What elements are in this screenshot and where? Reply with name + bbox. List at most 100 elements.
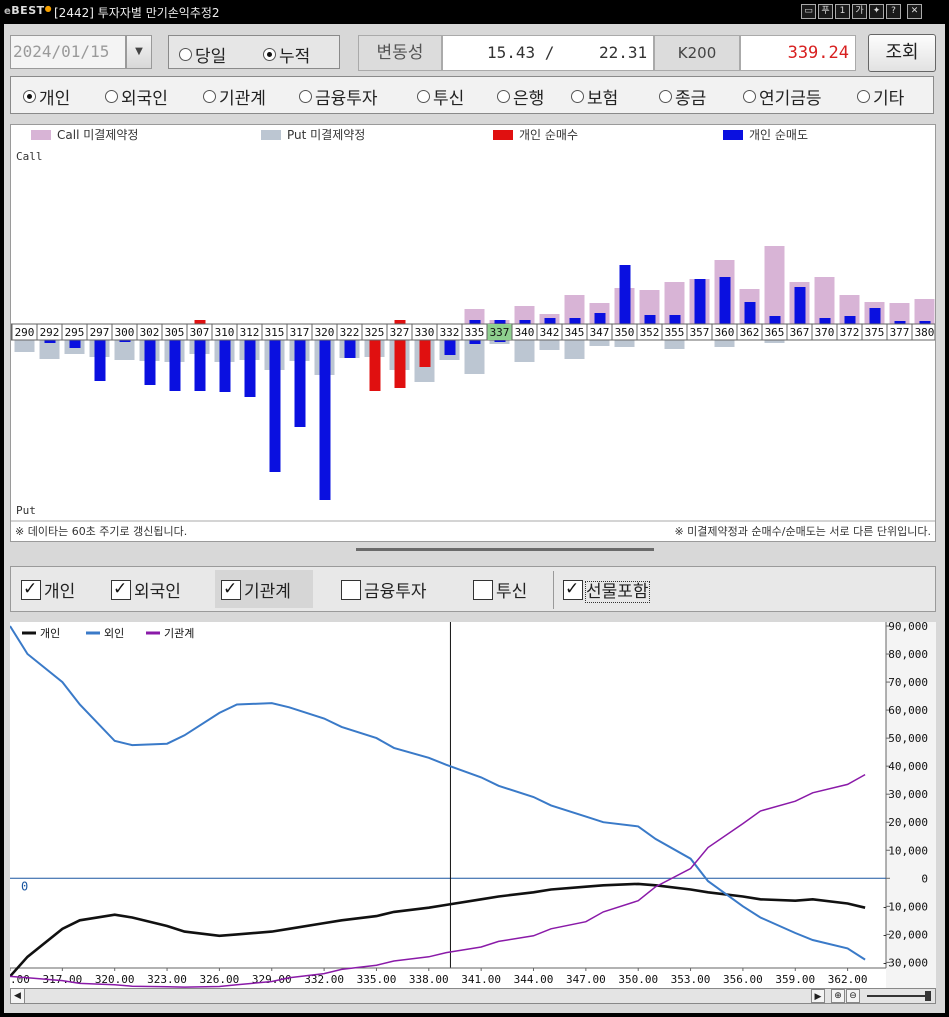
zoom-in-icon[interactable]: ⊕ (831, 989, 845, 1003)
scroll-right-icon[interactable]: ▶ (811, 989, 825, 1003)
strike-tick-label: 380 (915, 326, 935, 339)
put-oi-bar (114, 340, 135, 360)
put-net-bar (244, 340, 256, 397)
put-oi-bar (514, 340, 535, 362)
filter-option-label: 금융투자 (364, 582, 427, 602)
horizontal-scrollbar[interactable]: ◀ ▶ ⊕ ⊖ (10, 988, 936, 1004)
put-net-bar (169, 340, 181, 391)
mode-option-cumulative[interactable]: 누적 (263, 42, 310, 67)
put-oi-bar (714, 340, 735, 347)
strike-tick-label: 370 (815, 326, 835, 339)
query-button[interactable]: 조회 (868, 34, 936, 72)
help-icon[interactable]: ? (886, 4, 901, 19)
strike-tick-label: 325 (365, 326, 385, 339)
expiry-pnl-chart-svg: 90,000 80,000 70,000 60,000 50,000 40,000 30,0… (0, 620, 936, 988)
link-icon[interactable]: 1 (835, 4, 850, 19)
scroll-left-icon[interactable]: ◀ (11, 989, 25, 1003)
y-tick-label: 20,000 (888, 816, 928, 829)
strike-tick-label: 352 (640, 326, 660, 339)
put-net-bar (69, 340, 81, 348)
splitter-handle[interactable] (356, 548, 654, 551)
investor-option-8[interactable]: 연기금등 (743, 84, 822, 109)
put-net-bar (269, 340, 281, 472)
filter-option-label: 기관계 (244, 582, 291, 602)
put-net-bar (444, 340, 456, 355)
legend-series-label-0: 개인 (40, 627, 60, 640)
filter-option-5[interactable]: 선물포함 (563, 577, 650, 603)
put-net-bar (219, 340, 231, 392)
investor-option-4[interactable]: 투신 (417, 84, 464, 109)
restore-icon[interactable]: ▭ (801, 4, 816, 19)
font-icon[interactable]: 가 (852, 4, 867, 19)
x-tick-label: 329.00 (252, 973, 292, 986)
strike-tick-label: 372 (840, 326, 860, 339)
title-bar: eBEST● [2442] 투자자별 만기손익추정2 ▭ 푸 1 가 ✦ ? ✕ (0, 0, 949, 24)
investor-option-5[interactable]: 은행 (497, 84, 544, 109)
call-net-bar (694, 279, 706, 324)
call-oi-bar (914, 299, 935, 324)
investor-option-label: 은행 (513, 89, 545, 109)
put-net-bar (319, 340, 331, 500)
filter-option-label: 선물포함 (585, 581, 650, 603)
radio-icon (743, 90, 756, 103)
call-net-bar (469, 320, 481, 324)
call-net-bar (394, 320, 406, 324)
put-oi-bar (464, 340, 485, 374)
investor-option-3[interactable]: 금융투자 (299, 84, 378, 109)
strike-tick-label: 337 (490, 326, 510, 339)
filter-option-3[interactable]: 금융투자 (341, 577, 427, 602)
strike-tick-label: 360 (715, 326, 735, 339)
radio-selected-icon (23, 90, 36, 103)
mode-option-daily[interactable]: 당일 (179, 42, 226, 67)
call-oi-bar (764, 246, 785, 324)
investor-option-6[interactable]: 보험 (571, 84, 618, 109)
settings-icon[interactable]: ✦ (869, 4, 884, 19)
chevron-down-icon[interactable]: ▼ (126, 35, 152, 69)
strike-tick-label: 292 (40, 326, 60, 339)
strike-tick-label: 345 (565, 326, 585, 339)
filter-option-0[interactable]: 개인 (21, 577, 75, 602)
filter-option-1[interactable]: 외국인 (111, 577, 181, 602)
call-net-bar (769, 316, 781, 324)
checkbox-checked-icon (563, 579, 583, 600)
zoom-out-icon[interactable]: ⊖ (846, 989, 860, 1003)
x-tick-label: 335.00 (357, 973, 397, 986)
put-net-bar (469, 340, 481, 344)
close-icon[interactable]: ✕ (907, 4, 922, 19)
strike-tick-label: 375 (865, 326, 885, 339)
investor-option-label: 투신 (433, 89, 465, 109)
legend-series-label-1: 외인 (104, 627, 124, 640)
filter-option-4[interactable]: 투신 (473, 577, 527, 602)
investor-option-2[interactable]: 기관계 (203, 84, 266, 109)
call-net-bar (194, 320, 206, 324)
pin-icon[interactable]: 푸 (818, 4, 833, 19)
filter-option-label: 외국인 (134, 582, 181, 602)
strike-tick-label: 330 (415, 326, 435, 339)
checkbox-checked-icon (221, 579, 241, 600)
series-line-1 (9, 625, 866, 961)
zoom-slider[interactable] (867, 995, 931, 997)
strike-tick-label: 302 (140, 326, 160, 339)
strike-tick-label: 340 (515, 326, 535, 339)
call-label: Call (16, 150, 43, 163)
put-net-bar (344, 340, 356, 358)
strike-tick-label: 332 (440, 326, 460, 339)
investor-option-0[interactable]: 개인 (23, 84, 70, 109)
call-net-bar (494, 320, 506, 324)
investor-option-9[interactable]: 기타 (857, 84, 904, 109)
date-field[interactable]: 2024/01/15 (10, 35, 126, 69)
investor-option-label: 금융투자 (315, 89, 378, 109)
put-net-bar (94, 340, 106, 381)
put-net-bar (394, 340, 406, 388)
y-tick-label: 60,000 (888, 704, 928, 717)
investor-option-7[interactable]: 종금 (659, 84, 706, 109)
strike-tick-label: 295 (65, 326, 85, 339)
filter-option-2[interactable]: 기관계 (221, 577, 291, 602)
checkbox-checked-icon (111, 579, 131, 600)
investor-option-1[interactable]: 외국인 (105, 84, 168, 109)
investor-option-label: 기관계 (219, 89, 266, 109)
call-net-bar (869, 308, 881, 324)
zoom-slider-thumb[interactable] (925, 991, 931, 1001)
put-net-bar (419, 340, 431, 367)
k200-label: K200 (654, 35, 740, 71)
